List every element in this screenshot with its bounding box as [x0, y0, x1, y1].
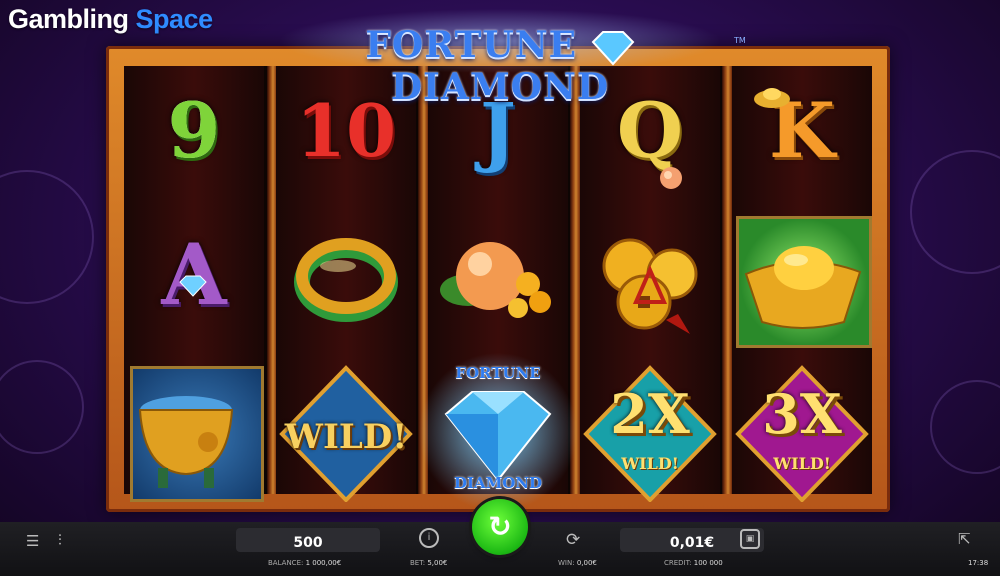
bet-label: BET:	[410, 559, 426, 567]
bet-amount: 5,00€	[427, 559, 448, 567]
wild-label: WILD!	[284, 417, 408, 457]
symbol-fortune-diamond: FORTUNE DIAMOND	[418, 352, 578, 512]
3x-wild-label: WILD!	[773, 454, 831, 473]
watermark-part2: Space	[135, 4, 214, 34]
symbol-9-text: 9	[167, 86, 221, 175]
gold-ingot-icon	[744, 246, 862, 329]
logo-word-diamond: DIAMOND	[390, 66, 610, 108]
2x-label: 2X	[610, 382, 690, 446]
autoplay-icon[interactable]: ⟳	[566, 530, 580, 550]
diamond-small-icon	[179, 275, 207, 297]
settings-sliders-icon[interactable]: ⫶	[58, 531, 62, 549]
peach-small-icon	[660, 167, 682, 189]
bg-swirl-right	[910, 150, 1000, 274]
jade-ring-icon	[294, 238, 398, 322]
balance-row: BALANCE: 1 000,00€	[268, 559, 341, 567]
symbol-treasure-pot	[124, 362, 264, 502]
win-label: WIN:	[558, 559, 575, 567]
gold-coins-icon	[602, 238, 698, 334]
fd-label-top: FORTUNE	[455, 364, 541, 382]
logo-text: FORTUNE DIAMOND	[260, 24, 740, 108]
reel-window: 9 10 J Q K A WILD! FORTUNE DIAMOND 2X WI…	[124, 66, 872, 512]
exit-icon[interactable]: ⇱	[958, 530, 971, 548]
symbol-2x-wild: 2X WILD!	[580, 362, 720, 502]
logo-tm: TM	[734, 36, 746, 45]
symbol-coins	[580, 210, 720, 350]
spin-icon: ↻	[488, 510, 512, 543]
reel-frame: 9 10 J Q K A WILD! FORTUNE DIAMOND 2X WI…	[106, 46, 890, 512]
ingot-small-icon	[754, 88, 790, 108]
logo-diamond-icon	[591, 31, 635, 66]
bg-swirl-left-2	[0, 360, 84, 454]
peach-flowers-icon	[440, 242, 551, 318]
bg-swirl-left	[0, 170, 94, 304]
treasure-pot-icon	[138, 396, 234, 488]
watermark-part1: Gambling	[8, 4, 129, 34]
symbol-a: A	[124, 210, 264, 350]
clock: 17:38	[968, 559, 989, 567]
turbo-icon[interactable]: ▣	[740, 529, 760, 549]
info-icon[interactable]: i	[419, 528, 439, 548]
symbol-gold-ingot	[732, 210, 872, 350]
bet-row: BET: 5,00€	[410, 559, 447, 567]
win-row: WIN: 0,00€	[558, 559, 597, 567]
watermark-logo: Gambling Space	[8, 4, 213, 35]
win-value: 0,00€	[576, 559, 597, 567]
symbol-wild: WILD!	[276, 362, 416, 502]
logo-word-fortune: FORTUNE	[365, 24, 578, 66]
game-logo: FORTUNE DIAMOND TM	[260, 6, 746, 108]
fd-label-bottom: DIAMOND	[453, 474, 543, 492]
2x-wild-label: WILD!	[621, 454, 679, 473]
balance-label: BALANCE:	[268, 559, 304, 567]
credit-value: 100 000	[693, 559, 723, 567]
3x-label: 3X	[762, 382, 842, 446]
symbol-3x-wild: 3X WILD!	[732, 362, 872, 502]
credit-label: CREDIT:	[664, 559, 692, 567]
bg-swirl-right-2	[930, 380, 1000, 474]
symbol-peach	[428, 210, 568, 350]
credit-row: CREDIT: 100 000	[664, 559, 723, 567]
spin-button[interactable]: ↻	[472, 499, 528, 555]
bet-selector[interactable]: 500	[236, 528, 380, 552]
balance-value: 1 000,00€	[305, 559, 342, 567]
menu-icon[interactable]: ☰	[26, 532, 39, 550]
symbol-k: K	[732, 66, 872, 206]
game-stage: Gambling Space 9 10 J Q K A WILD! FORTUN…	[0, 0, 1000, 576]
bet-value: 500	[293, 535, 323, 551]
symbol-jade-ring	[276, 210, 416, 350]
symbol-9: 9	[124, 66, 264, 206]
